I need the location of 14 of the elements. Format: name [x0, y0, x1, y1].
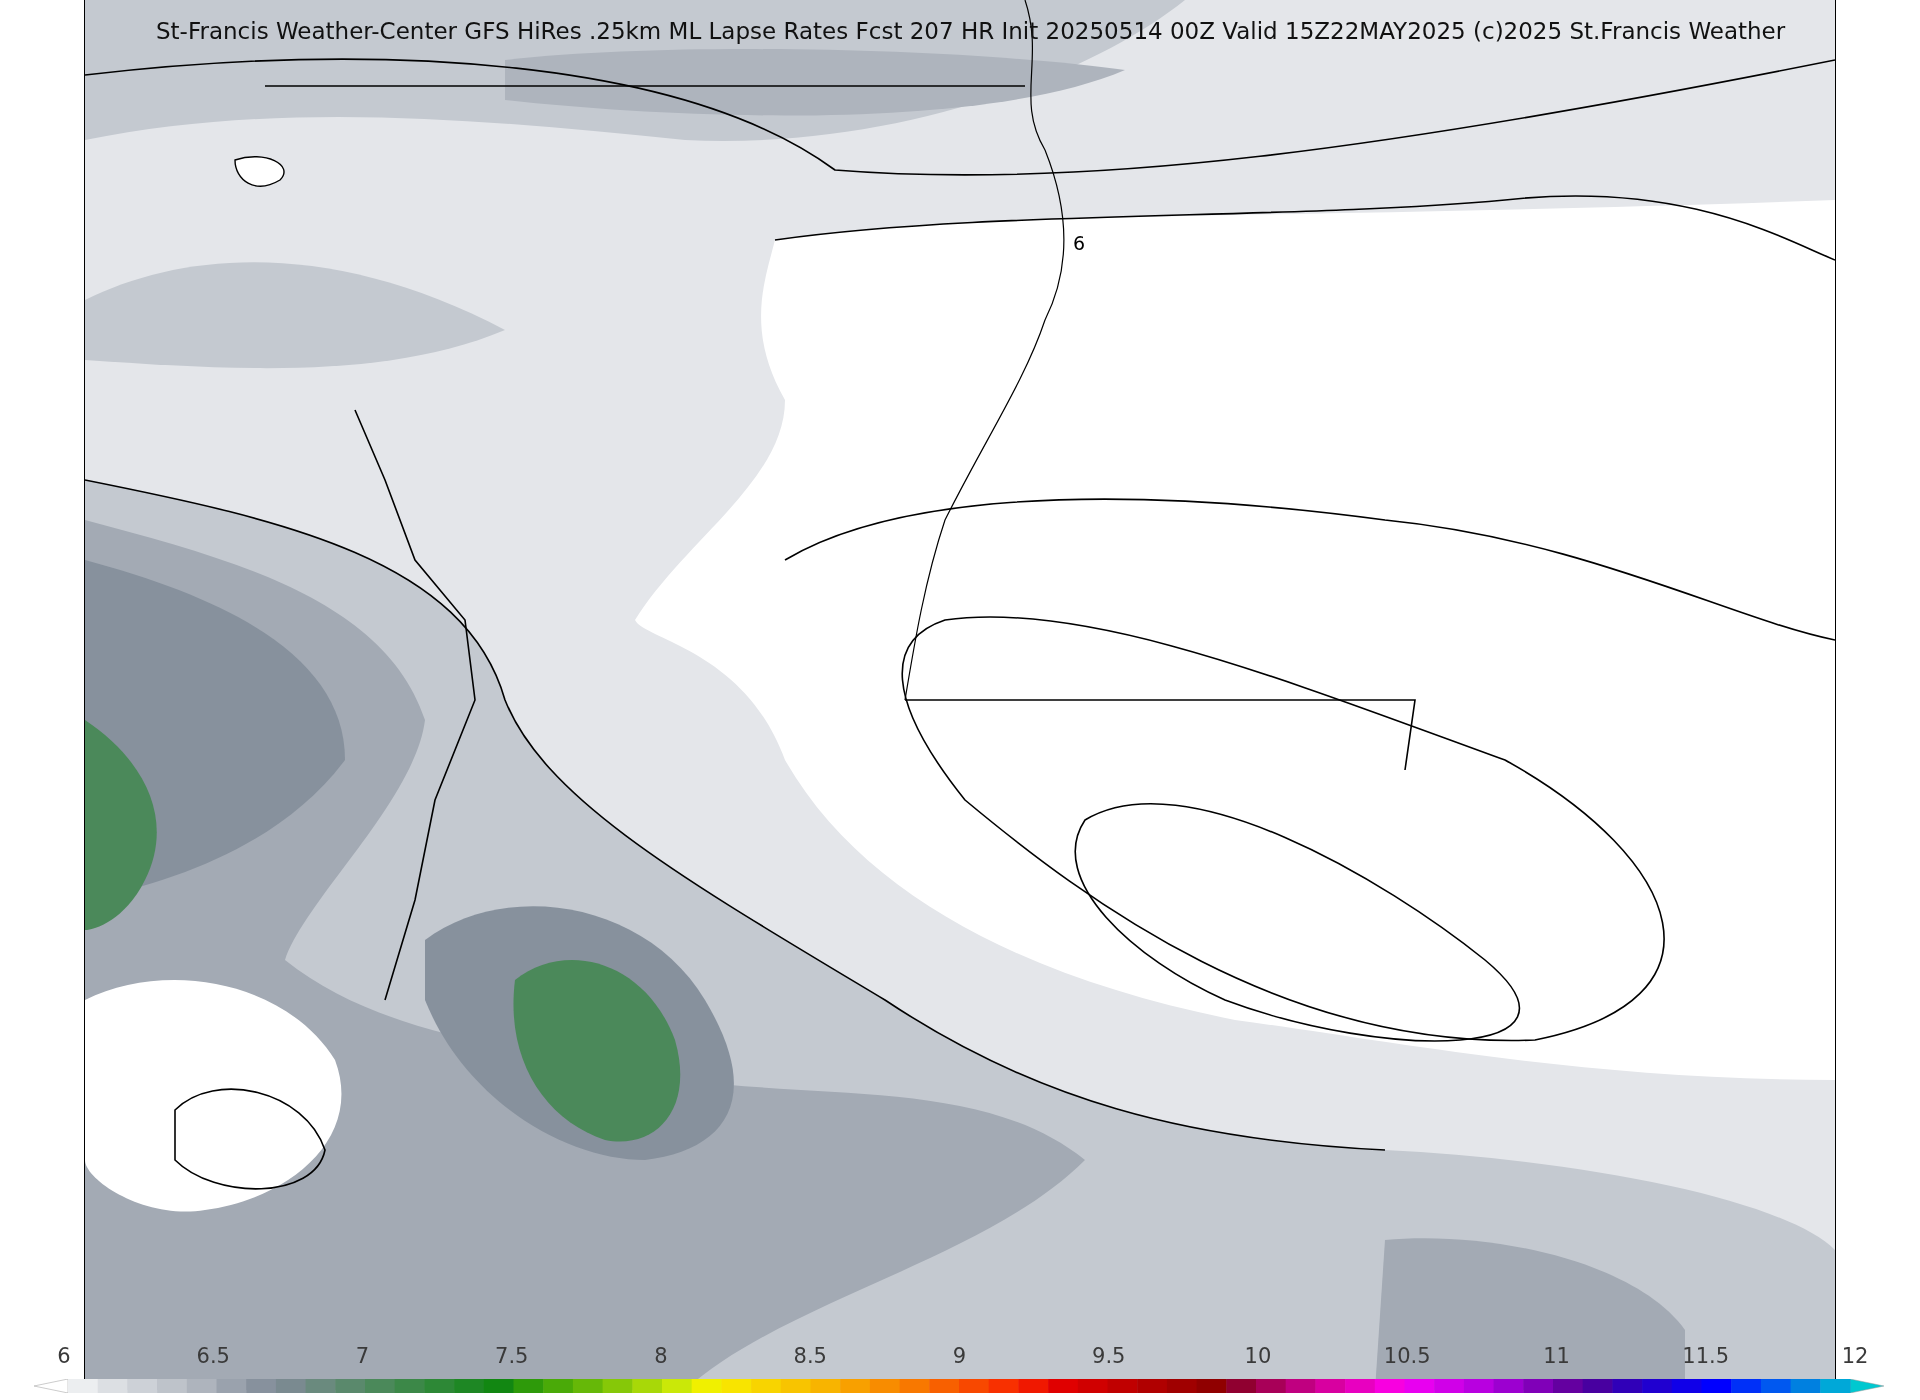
scale-tick-label: 8 [654, 1344, 668, 1368]
scale-tick-label: 10 [1244, 1344, 1272, 1368]
scale-tick-label: 7 [355, 1344, 370, 1368]
scale-tick-label: 12 [1841, 1344, 1869, 1368]
scale-tick-label: 9 [952, 1344, 967, 1368]
scale-tick-label: 8.5 [793, 1344, 827, 1368]
scale-tick-label: 6 [57, 1344, 71, 1368]
contour-label: 6 [1073, 232, 1086, 254]
scale-tick-label: 9.5 [1092, 1344, 1126, 1368]
scale-tick-label: 7.5 [495, 1344, 529, 1368]
scale-tick-label: 11.5 [1682, 1344, 1730, 1368]
scale-tick-label: 10.5 [1383, 1344, 1431, 1368]
scale-tick-label: 11 [1543, 1344, 1570, 1368]
scale-tick-label: 6.5 [196, 1344, 230, 1368]
